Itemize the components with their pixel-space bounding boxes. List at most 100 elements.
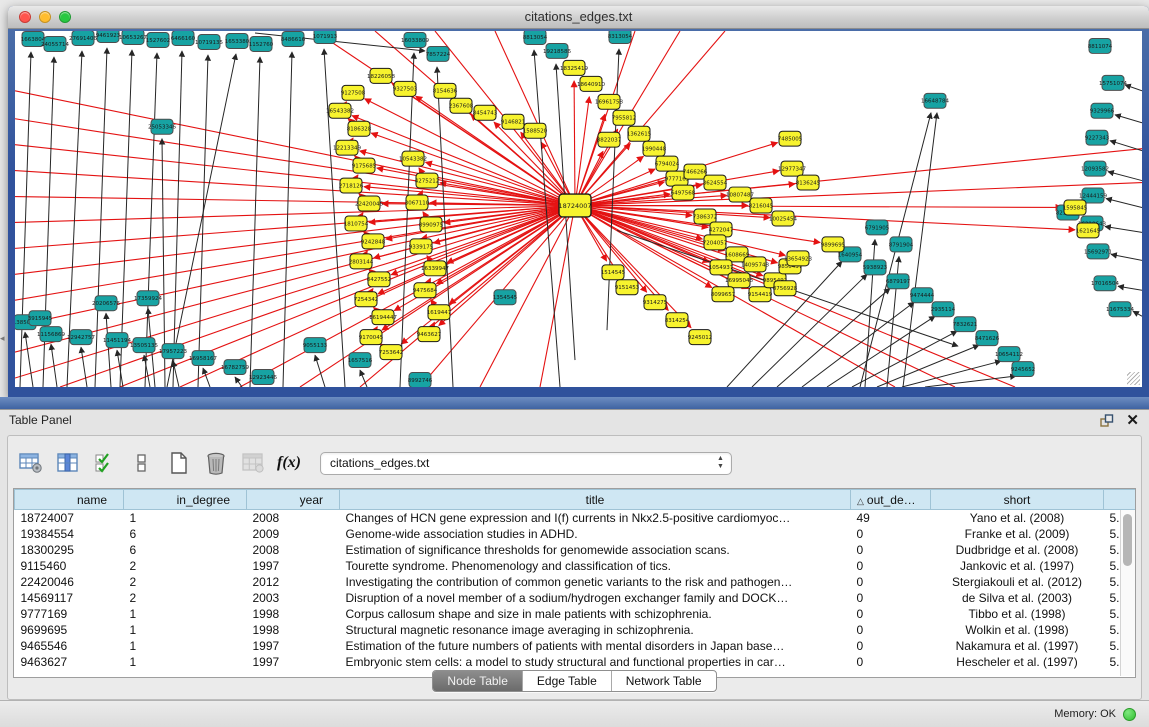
graph-node[interactable]: 16194447 [369, 310, 397, 325]
graph-node[interactable]: 8099657 [711, 287, 736, 302]
table-cell[interactable]: 1998 [247, 606, 340, 622]
table-cell[interactable]: Corpus callosum shape and size in male p… [340, 606, 851, 622]
graph-node[interactable]: 8314254 [665, 313, 690, 328]
graph-node[interactable]: 16958167 [189, 351, 217, 366]
graph-node[interactable]: 9151453 [615, 280, 640, 295]
rows-icon[interactable] [129, 450, 155, 476]
column-header-title[interactable]: title [340, 490, 851, 510]
graph-node[interactable]: 6466160 [171, 31, 196, 45]
tab-edge-table[interactable]: Edge Table [522, 671, 611, 691]
graph-node[interactable]: 1588520 [523, 123, 548, 138]
graph-node[interactable]: 9245652 [1011, 362, 1035, 377]
graph-node[interactable]: 9245012 [688, 330, 712, 345]
memory-status-indicator[interactable] [1123, 708, 1136, 721]
table-cell[interactable]: 9699695 [15, 622, 124, 638]
edge[interactable] [802, 302, 914, 387]
table-cell[interactable]: 2 [124, 558, 247, 574]
edge[interactable] [1106, 199, 1142, 208]
graph-node[interactable]: 8791904 [889, 237, 914, 252]
graph-node[interactable]: 9227343 [1085, 130, 1110, 145]
window-titlebar[interactable]: citations_edges.txt [8, 6, 1149, 29]
table-cell[interactable]: 0 [851, 654, 931, 670]
graph-node[interactable]: 8990975 [419, 217, 444, 232]
graph-node[interactable]: 8471626 [975, 331, 1000, 346]
table-cell[interactable]: 9463627 [15, 654, 124, 670]
table-cell[interactable]: 18300295 [15, 542, 124, 558]
edge[interactable] [575, 183, 1142, 206]
west-panel-collapse-icon[interactable]: ◂ [0, 333, 5, 344]
edge[interactable] [575, 206, 1015, 387]
graph-node[interactable]: 7254342 [354, 292, 378, 307]
graph-node[interactable]: 16339947 [421, 261, 449, 276]
graph-node[interactable]: 18640910 [577, 76, 605, 91]
graph-node[interactable]: 10653267 [119, 31, 147, 44]
citation-network-graph[interactable]: 1663804240557142769140694619231065326715… [15, 31, 1142, 387]
graph-node[interactable]: 9127508 [341, 85, 366, 100]
edge[interactable] [235, 377, 242, 387]
table-cell[interactable]: Disruption of a novel member of a sodium… [340, 590, 851, 606]
edge[interactable] [575, 206, 691, 328]
table-cell[interactable]: Estimation of significance thresholds fo… [340, 542, 851, 558]
graph-node[interactable]: 3624554 [703, 175, 728, 190]
graph-node[interactable]: 5938923 [863, 260, 888, 275]
graph-node[interactable]: 22420046 [355, 196, 383, 211]
table-row[interactable]: 969969511998Structural magnetic resonanc… [15, 622, 1137, 638]
table-selector-dropdown[interactable]: citations_edges.txt ▲▼ [320, 452, 732, 475]
graph-node[interactable]: 1990448 [642, 141, 667, 156]
edge[interactable] [1111, 254, 1142, 260]
graph-node[interactable]: 8486616 [281, 31, 306, 46]
table-row[interactable]: 1830029562008Estimation of significance … [15, 542, 1137, 558]
graph-node[interactable]: 12977347 [778, 161, 806, 176]
column-header-pagerank[interactable]: pagerank [1104, 490, 1137, 510]
graph-node[interactable]: 25053346 [148, 119, 176, 134]
graph-node[interactable]: 2935114 [931, 302, 956, 317]
graph-node[interactable]: 19218586 [543, 43, 571, 58]
graph-node[interactable]: 12923446 [249, 370, 277, 385]
table-cell[interactable]: 49 [851, 510, 931, 527]
table-cell[interactable]: Yano et al. (2008) [931, 510, 1104, 527]
graph-node[interactable]: 1657516 [348, 353, 373, 368]
table-cell[interactable]: 1 [124, 510, 247, 527]
table-cell[interactable]: 9465546 [15, 638, 124, 654]
graph-node[interactable]: 8454743 [473, 105, 498, 120]
graph-node[interactable]: 8822037 [597, 132, 622, 147]
table-cell[interactable]: Nakamura et al. (1997) [931, 638, 1104, 654]
graph-node[interactable]: 2803144 [349, 254, 374, 269]
table-cell[interactable]: Genome-wide association studies in ADHD. [340, 526, 851, 542]
graph-node[interactable]: 6791905 [865, 220, 890, 235]
table-cell[interactable]: Tibbo et al. (1998) [931, 606, 1104, 622]
close-panel-icon[interactable]: ✕ [1126, 412, 1139, 429]
table-cell[interactable]: 2008 [247, 542, 340, 558]
graph-node[interactable]: 2367608 [449, 98, 474, 113]
graph-node[interactable]: 18226058 [367, 68, 395, 83]
edge[interactable] [240, 206, 575, 387]
column-header-in_degree[interactable]: in_degree [124, 490, 247, 510]
graph-node[interactable]: 1514545 [601, 265, 626, 280]
table-cell[interactable]: 14569117 [15, 590, 124, 606]
edge[interactable] [575, 206, 709, 263]
table-cell[interactable]: 22420046 [15, 574, 124, 590]
graph-node[interactable]: 9899695 [821, 237, 846, 252]
edge[interactable] [1105, 226, 1142, 232]
graph-node[interactable]: 7955812 [612, 110, 636, 125]
table-cell[interactable]: Franke et al. (2009) [931, 526, 1104, 542]
table-cell[interactable]: 1 [124, 638, 247, 654]
graph-node[interactable]: 13654923 [784, 251, 812, 266]
graph-node[interactable]: 1527602 [146, 32, 170, 47]
new-document-icon[interactable] [166, 450, 192, 476]
graph-node[interactable]: 1354545 [493, 290, 518, 305]
graph-node[interactable]: 1621645 [1076, 223, 1101, 238]
column-header-out_de[interactable]: △out_de… [851, 490, 931, 510]
graph-node[interactable]: 10025454 [769, 211, 797, 226]
table-cell[interactable]: 1998 [247, 622, 340, 638]
graph-node[interactable]: 8136245 [796, 175, 821, 190]
graph-node[interactable]: 1653380 [225, 33, 250, 48]
graph-node[interactable]: 16961758 [595, 94, 623, 109]
table-cell[interactable]: 18724007 [15, 510, 124, 527]
edge[interactable] [575, 206, 712, 288]
graph-node[interactable]: 7253642 [379, 345, 403, 360]
edge[interactable] [95, 48, 107, 387]
graph-node[interactable]: 7832621 [953, 317, 977, 332]
graph-node[interactable]: 9242848 [361, 234, 386, 249]
table-cell[interactable]: Structural magnetic resonance image aver… [340, 622, 851, 638]
